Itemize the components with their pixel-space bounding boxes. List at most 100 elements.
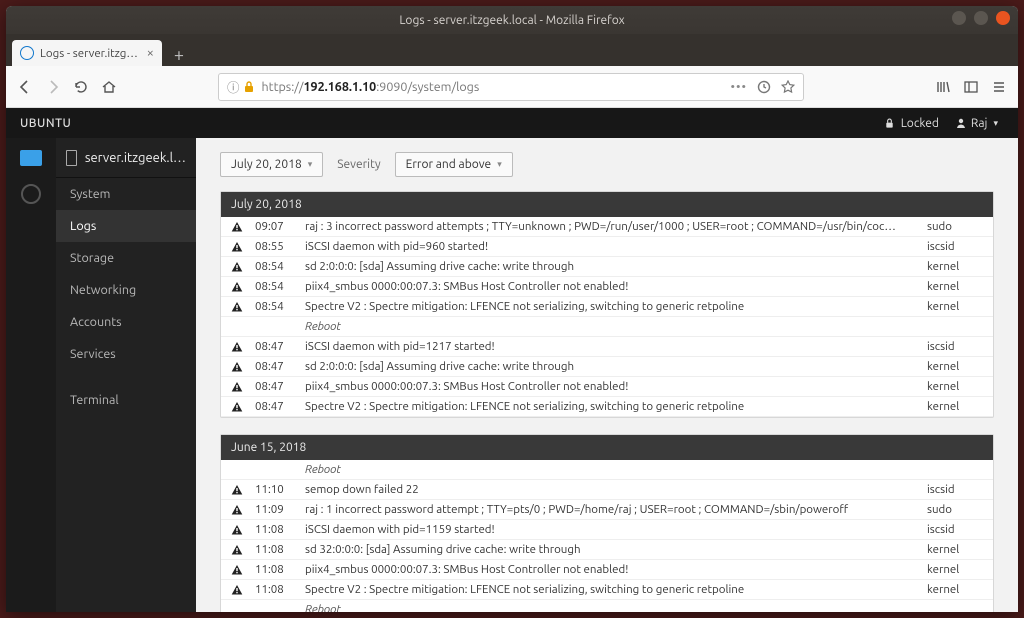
log-service: kernel xyxy=(927,563,983,576)
log-service: iscsid xyxy=(927,483,983,496)
log-message: raj : 3 incorrect password attempts ; TT… xyxy=(305,220,917,233)
sidebar: server.itzgeek.l… SystemLogsStorageNetwo… xyxy=(56,138,196,612)
log-service: kernel xyxy=(927,400,983,413)
sidebar-item-networking[interactable]: Networking xyxy=(56,274,196,306)
log-time: 08:54 xyxy=(255,260,295,273)
log-message: piix4_smbus 0000:00:07.3: SMBus Host Con… xyxy=(305,280,917,293)
log-service: sudo xyxy=(927,503,983,516)
log-time: 11:10 xyxy=(255,483,295,496)
content-area: July 20, 2018 ▾ Severity Error and above… xyxy=(196,138,1018,612)
warning-icon xyxy=(231,341,245,353)
tab-favicon xyxy=(20,46,34,60)
log-row[interactable]: 08:54Spectre V2 : Spectre mitigation: LF… xyxy=(221,297,993,317)
log-service: kernel xyxy=(927,280,983,293)
url-bar[interactable]: ⓘ https://192.168.1.10:9090/system/logs … xyxy=(218,73,804,101)
browser-navbar: ⓘ https://192.168.1.10:9090/system/logs … xyxy=(6,66,1018,108)
forward-button[interactable] xyxy=(44,78,62,96)
log-row[interactable]: 11:08iSCSI daemon with pid=1159 started!… xyxy=(221,520,993,540)
chevron-down-icon: ▾ xyxy=(308,159,313,170)
log-message: sd 2:0:0:0: [sda] Assuming drive cache: … xyxy=(305,260,917,273)
user-menu[interactable]: Raj ▾ xyxy=(949,117,1004,130)
sidebar-item-accounts[interactable]: Accounts xyxy=(56,306,196,338)
log-message: piix4_smbus 0000:00:07.3: SMBus Host Con… xyxy=(305,380,917,393)
warning-icon xyxy=(231,484,245,496)
warning-icon xyxy=(231,564,245,576)
log-filters: July 20, 2018 ▾ Severity Error and above… xyxy=(220,152,994,177)
log-row[interactable]: 08:55iSCSI daemon with pid=960 started!i… xyxy=(221,237,993,257)
more-icon[interactable]: ••• xyxy=(730,80,747,94)
log-service: kernel xyxy=(927,583,983,596)
tab-label: Logs - server.itzgeek.loc… xyxy=(40,47,141,60)
log-row[interactable]: 08:54 sd 2:0:0:0: [sda] Assuming drive ca… xyxy=(221,257,993,277)
log-row[interactable]: 08:54piix4_smbus 0000:00:07.3: SMBus Hos… xyxy=(221,277,993,297)
log-row[interactable]: 11:09raj : 1 incorrect password attempt … xyxy=(221,500,993,520)
reader-icon[interactable] xyxy=(757,80,771,94)
warning-icon xyxy=(231,401,245,413)
log-row[interactable]: 09:07raj : 3 incorrect password attempts… xyxy=(221,217,993,237)
browser-window: Logs - server.itzgeek.local - Mozilla Fi… xyxy=(6,6,1018,612)
log-group: June 15, 2018Reboot11:10semop down faile… xyxy=(220,434,994,612)
log-row[interactable]: 08:47 iSCSI daemon with pid=1217 started!… xyxy=(221,337,993,357)
minimize-button[interactable] xyxy=(952,11,966,25)
severity-filter[interactable]: Error and above ▾ xyxy=(395,152,513,177)
sidebar-item-logs[interactable]: Logs xyxy=(56,210,196,242)
sidebar-icon[interactable] xyxy=(962,78,980,96)
log-service: iscsid xyxy=(927,523,983,536)
log-service: kernel xyxy=(927,543,983,556)
close-tab-icon[interactable]: × xyxy=(147,46,154,60)
machine-rail xyxy=(6,138,56,612)
log-time: 08:47 xyxy=(255,380,295,393)
sidebar-item-storage[interactable]: Storage xyxy=(56,242,196,274)
lock-icon xyxy=(884,118,895,129)
log-message: iSCSI daemon with pid=960 started! xyxy=(305,240,917,253)
log-message: sd 2:0:0:0: [sda] Assuming drive cache: … xyxy=(305,360,917,373)
log-time: 08:55 xyxy=(255,240,295,253)
log-service: sudo xyxy=(927,220,983,233)
log-row[interactable]: 11:08sd 32:0:0:0: [sda] Assuming drive c… xyxy=(221,540,993,560)
back-button[interactable] xyxy=(16,78,34,96)
warning-icon xyxy=(231,504,245,516)
log-reboot-row[interactable]: Reboot xyxy=(221,460,993,480)
sidebar-item-services[interactable]: Services xyxy=(56,338,196,370)
log-row[interactable]: 11:08Spectre V2 : Spectre mitigation: LF… xyxy=(221,580,993,600)
reload-button[interactable] xyxy=(72,78,90,96)
sidebar-host[interactable]: server.itzgeek.l… xyxy=(56,138,196,178)
library-icon[interactable] xyxy=(934,78,952,96)
log-row[interactable]: 11:10semop down failed 22iscsid xyxy=(221,480,993,500)
warning-icon xyxy=(231,221,245,233)
warning-icon xyxy=(231,241,245,253)
sidebar-item-system[interactable]: System xyxy=(56,178,196,210)
log-time: 11:08 xyxy=(255,543,295,556)
log-group-header: June 15, 2018 xyxy=(221,435,993,460)
log-message: Spectre V2 : Spectre mitigation: LFENCE … xyxy=(305,583,917,596)
privileged-lock[interactable]: Locked xyxy=(874,117,949,130)
log-time: 08:47 xyxy=(255,400,295,413)
log-time: 08:47 xyxy=(255,340,295,353)
warning-icon xyxy=(231,301,245,313)
maximize-button[interactable] xyxy=(974,11,988,25)
bookmark-star-icon[interactable] xyxy=(781,80,795,94)
lock-warning-icon[interactable] xyxy=(242,80,256,94)
server-icon[interactable] xyxy=(20,150,42,166)
log-reboot-row[interactable]: Reboot xyxy=(221,317,993,337)
log-service: kernel xyxy=(927,380,983,393)
warning-icon xyxy=(231,524,245,536)
sidebar-item-terminal[interactable]: Terminal xyxy=(56,384,196,416)
host-icon xyxy=(66,150,77,166)
log-row[interactable]: 11:08piix4_smbus 0000:00:07.3: SMBus Hos… xyxy=(221,560,993,580)
tab-strip: Logs - server.itzgeek.loc… × + xyxy=(6,34,1018,66)
log-reboot-row[interactable]: Reboot xyxy=(221,600,993,612)
date-filter[interactable]: July 20, 2018 ▾ xyxy=(220,152,323,177)
log-row[interactable]: 08:47 piix4_smbus 0000:00:07.3: SMBus Hos… xyxy=(221,377,993,397)
browser-tab[interactable]: Logs - server.itzgeek.loc… × xyxy=(12,40,162,66)
dashboard-icon[interactable] xyxy=(21,184,41,204)
window-titlebar: Logs - server.itzgeek.local - Mozilla Fi… xyxy=(6,6,1018,34)
info-icon[interactable]: ⓘ xyxy=(227,77,240,96)
log-row[interactable]: 08:47Spectre V2 : Spectre mitigation: LF… xyxy=(221,397,993,417)
close-window-button[interactable] xyxy=(996,11,1010,25)
new-tab-button[interactable]: + xyxy=(166,44,192,66)
home-button[interactable] xyxy=(100,78,118,96)
log-row[interactable]: 08:47sd 2:0:0:0: [sda] Assuming drive ca… xyxy=(221,357,993,377)
log-message: iSCSI daemon with pid=1217 started! xyxy=(305,340,917,353)
menu-icon[interactable] xyxy=(990,78,1008,96)
